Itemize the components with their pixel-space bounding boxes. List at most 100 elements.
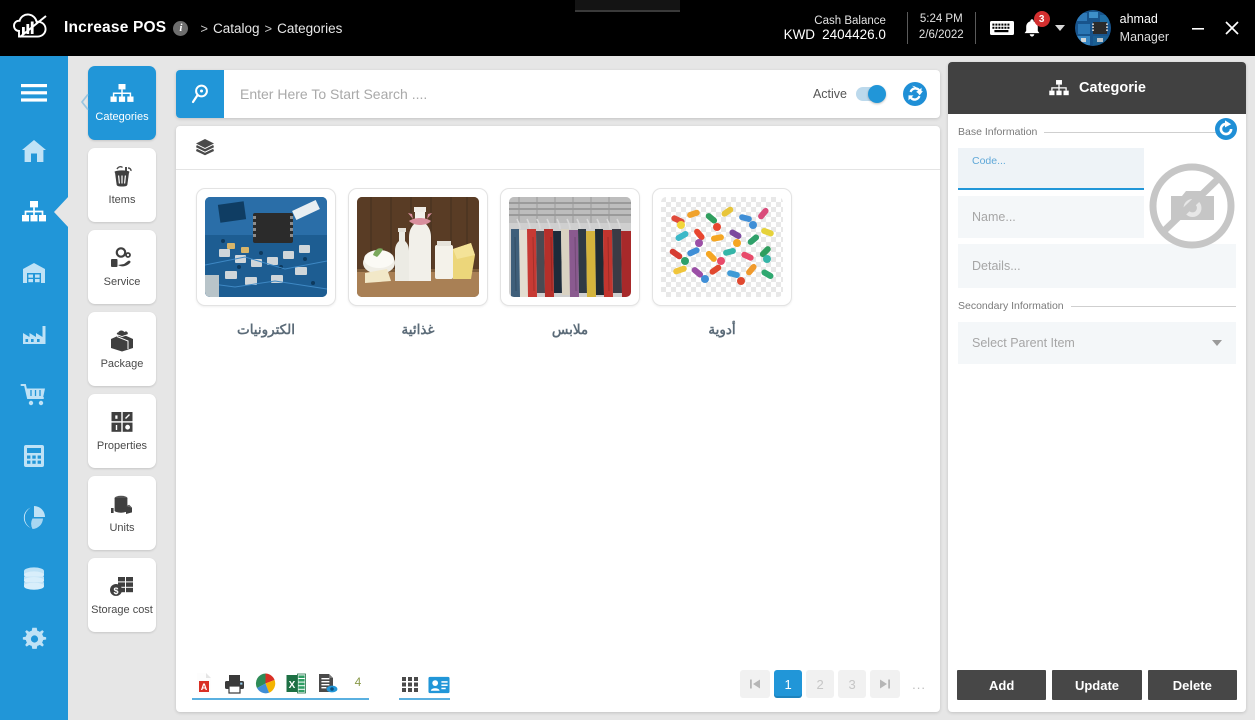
last-page-button[interactable] — [870, 670, 901, 698]
search-bar: Active — [176, 70, 940, 118]
sidebar-item-reports[interactable] — [0, 486, 68, 547]
chart-export-icon[interactable] — [254, 670, 276, 694]
application-window: Increase POS i > Catalog > Categories Ca… — [0, 0, 1255, 720]
content-header — [176, 126, 940, 170]
cash-balance-label: Cash Balance — [814, 14, 886, 27]
titlebar-right: Cash Balance KWD 2404426.0 5:24 PM 2/6/2… — [784, 0, 1255, 56]
category-card-food[interactable]: غذائية — [342, 188, 494, 338]
secondary-information-label: Secondary Information — [958, 300, 1064, 312]
toggle-knob — [868, 85, 886, 103]
parent-item-select[interactable]: Select Parent Item — [958, 322, 1236, 364]
sidebar-item-warehouse[interactable] — [0, 242, 68, 303]
tab-categories[interactable]: Categories — [88, 66, 156, 140]
category-card-grid: الكترونيات غذائية ملابس أدوية — [176, 170, 940, 338]
tab-properties-label: Properties — [96, 440, 148, 452]
add-button[interactable]: Add — [957, 670, 1047, 700]
sidebar-item-accounting[interactable] — [0, 425, 68, 486]
chevron-left-icon[interactable] — [76, 90, 92, 114]
count-badge: 4 — [347, 670, 369, 694]
doc-export-icon[interactable] — [316, 670, 338, 694]
catalog-icon — [22, 200, 46, 221]
print-icon[interactable] — [223, 670, 245, 694]
page-button-3[interactable]: 3 — [838, 670, 867, 698]
cash-balance-value: 2404426.0 — [822, 26, 886, 42]
active-filter-label: Active — [812, 87, 847, 101]
pdf-export-icon[interactable]: A — [192, 670, 214, 694]
user-name: ahmad — [1119, 11, 1158, 26]
menu-icon[interactable] — [0, 66, 68, 120]
name-field[interactable]: Name... — [958, 196, 1144, 238]
sidebar-item-data[interactable] — [0, 547, 68, 608]
search-input[interactable] — [224, 71, 813, 117]
main-panel: Active — [176, 62, 940, 712]
first-page-button[interactable] — [740, 670, 771, 698]
detail-panel-body: Base Information Code... Name... Details… — [948, 114, 1246, 364]
layers-icon — [196, 138, 214, 155]
page-button-2[interactable]: 2 — [806, 670, 835, 698]
category-label: الكترونيات — [236, 322, 295, 337]
svg-text:$: $ — [113, 586, 118, 596]
thumbnail-frame — [500, 188, 640, 306]
grid-view-icon[interactable] — [399, 670, 421, 694]
category-card-clothing[interactable]: ملابس — [494, 188, 646, 338]
tab-units[interactable]: Units — [88, 476, 156, 550]
card-view-icon[interactable] — [428, 670, 450, 694]
avatar[interactable] — [1074, 10, 1111, 46]
update-button[interactable]: Update — [1052, 670, 1142, 700]
units-barrel-icon — [111, 495, 132, 514]
category-label: أدوية — [708, 322, 736, 337]
refresh-icon[interactable] — [1214, 117, 1238, 146]
active-filter-toggle[interactable] — [856, 85, 886, 103]
delete-button[interactable]: Delete — [1147, 670, 1237, 700]
clock: 5:24 PM 2/6/2022 — [919, 12, 964, 43]
gear-icon — [22, 627, 46, 649]
pagination: 1 2 3 ... — [740, 670, 926, 698]
tab-items-label: Items — [108, 194, 136, 206]
tab-storage-cost[interactable]: $ Storage cost — [88, 558, 156, 632]
pagination-more[interactable]: ... — [912, 677, 926, 692]
close-button[interactable] — [1215, 0, 1249, 56]
category-label: غذائية — [401, 322, 435, 337]
svg-text:X: X — [289, 680, 296, 691]
page-button-1[interactable]: 1 — [774, 670, 803, 698]
basket-icon — [114, 165, 132, 187]
legend-divider — [1044, 131, 1236, 133]
breadcrumb-catalog[interactable]: Catalog — [213, 21, 260, 36]
code-field[interactable]: Code... — [958, 148, 1144, 190]
sidebar-item-production[interactable] — [0, 303, 68, 364]
notifications-button[interactable]: 3 — [1017, 11, 1050, 43]
user-info[interactable]: ahmad Manager — [1120, 10, 1169, 46]
category-card-medicine[interactable]: أدوية — [646, 188, 798, 338]
accounting-icon — [24, 444, 44, 467]
package-box-icon — [111, 329, 133, 352]
minimize-button[interactable] — [1181, 0, 1215, 56]
clothing-rack-image — [509, 197, 631, 297]
breadcrumb-categories[interactable]: Categories — [277, 21, 342, 36]
module-tabs: Categories Items Service Package Propert… — [68, 56, 176, 720]
refresh-icon[interactable] — [902, 81, 928, 107]
sidebar-item-sales[interactable] — [0, 364, 68, 425]
tab-package-label: Package — [100, 358, 144, 370]
parent-item-placeholder: Select Parent Item — [972, 336, 1075, 350]
info-icon[interactable]: i — [173, 20, 189, 36]
properties-grid-icon — [111, 412, 133, 432]
reports-icon — [23, 505, 45, 529]
search-icon[interactable] — [176, 70, 224, 118]
sidebar-item-catalog[interactable] — [0, 181, 68, 242]
detail-panel-title: Categorie — [1079, 80, 1146, 96]
details-field-placeholder: Details... — [972, 259, 1021, 273]
keyboard-icon[interactable] — [987, 17, 1017, 39]
chevron-down-icon[interactable] — [1054, 25, 1065, 31]
excel-export-icon[interactable]: X — [285, 670, 307, 694]
tab-service-label: Service — [103, 276, 141, 288]
category-card-electronics[interactable]: الكترونيات — [190, 188, 342, 338]
details-field[interactable]: Details... — [958, 244, 1236, 288]
tab-properties[interactable]: Properties — [88, 394, 156, 468]
tab-package[interactable]: Package — [88, 312, 156, 386]
tab-items[interactable]: Items — [88, 148, 156, 222]
thumbnail-frame — [196, 188, 336, 306]
sidebar-item-settings[interactable] — [0, 608, 68, 669]
sidebar-item-home[interactable] — [0, 120, 68, 181]
sitemap-icon — [1049, 79, 1069, 95]
tab-service[interactable]: Service — [88, 230, 156, 304]
